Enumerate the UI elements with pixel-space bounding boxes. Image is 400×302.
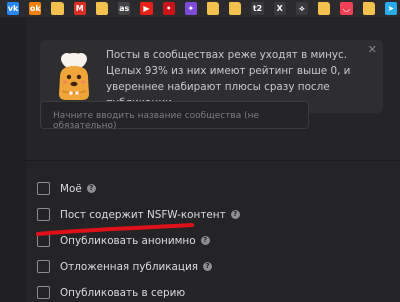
checkbox-delayed[interactable] — [37, 260, 50, 273]
option-label: Опубликовать анонимно — [60, 234, 196, 247]
post-settings-panel: Посты в сообществах реже уходят в минус.… — [26, 18, 400, 302]
option-label: Опубликовать в серию — [60, 286, 186, 299]
folder-icon[interactable] — [95, 2, 109, 15]
colorful-app-icon[interactable]: ✦ — [184, 2, 197, 15]
folder-icon[interactable] — [318, 2, 331, 15]
checkbox-series[interactable] — [37, 286, 50, 299]
option-mine[interactable]: Моё? — [37, 182, 96, 195]
checkbox-mine[interactable] — [37, 182, 50, 195]
folder-icon[interactable] — [206, 2, 220, 15]
option-nsfw[interactable]: Пост содержит NSFW-контент? — [37, 208, 240, 221]
folder-icon[interactable] — [51, 2, 64, 15]
folder-icon[interactable] — [229, 2, 242, 15]
red-app-icon[interactable]: • — [162, 2, 175, 15]
help-icon[interactable]: ? — [86, 184, 96, 193]
youtube-icon[interactable]: ▶ — [140, 2, 153, 15]
lastfm-icon[interactable]: as — [118, 2, 131, 15]
option-series[interactable]: Опубликовать в серию — [37, 286, 185, 299]
pocket-icon[interactable]: ◡ — [340, 2, 353, 15]
gmail-icon[interactable]: M — [73, 2, 86, 15]
checkbox-nsfw[interactable] — [37, 208, 50, 221]
ok-icon[interactable]: ok — [29, 2, 42, 15]
option-delayed[interactable]: Отложенная публикация? — [37, 260, 212, 273]
mascot-icon — [59, 53, 89, 100]
help-icon[interactable]: ? — [200, 236, 210, 245]
telegram-icon[interactable]: ➤ — [384, 2, 397, 15]
option-label: Пост содержит NSFW-контент — [60, 208, 226, 221]
community-search-input[interactable]: Начните вводить название сообщества (не … — [40, 101, 309, 131]
option-label: Отложенная публикация — [60, 260, 198, 273]
bookmarks-bar: vk ok Mas ▶ • ✦ t2 X ⟡ ◡ ➤ — [0, 0, 400, 18]
network-icon[interactable]: ⟡ — [295, 2, 309, 15]
section-divider — [26, 160, 400, 161]
folder-icon[interactable] — [362, 2, 375, 15]
t2-icon[interactable]: t2 — [251, 2, 264, 15]
help-icon[interactable]: ? — [202, 262, 212, 271]
option-label: Моё — [60, 182, 82, 195]
help-icon[interactable]: ? — [230, 210, 240, 219]
option-anonymous[interactable]: Опубликовать анонимно? — [37, 234, 210, 247]
x-icon[interactable]: X — [273, 2, 286, 15]
left-gutter — [0, 18, 26, 302]
vk-icon[interactable]: vk — [7, 2, 20, 15]
checkbox-anonymous[interactable] — [37, 234, 50, 247]
close-icon[interactable]: ✕ — [368, 43, 377, 56]
